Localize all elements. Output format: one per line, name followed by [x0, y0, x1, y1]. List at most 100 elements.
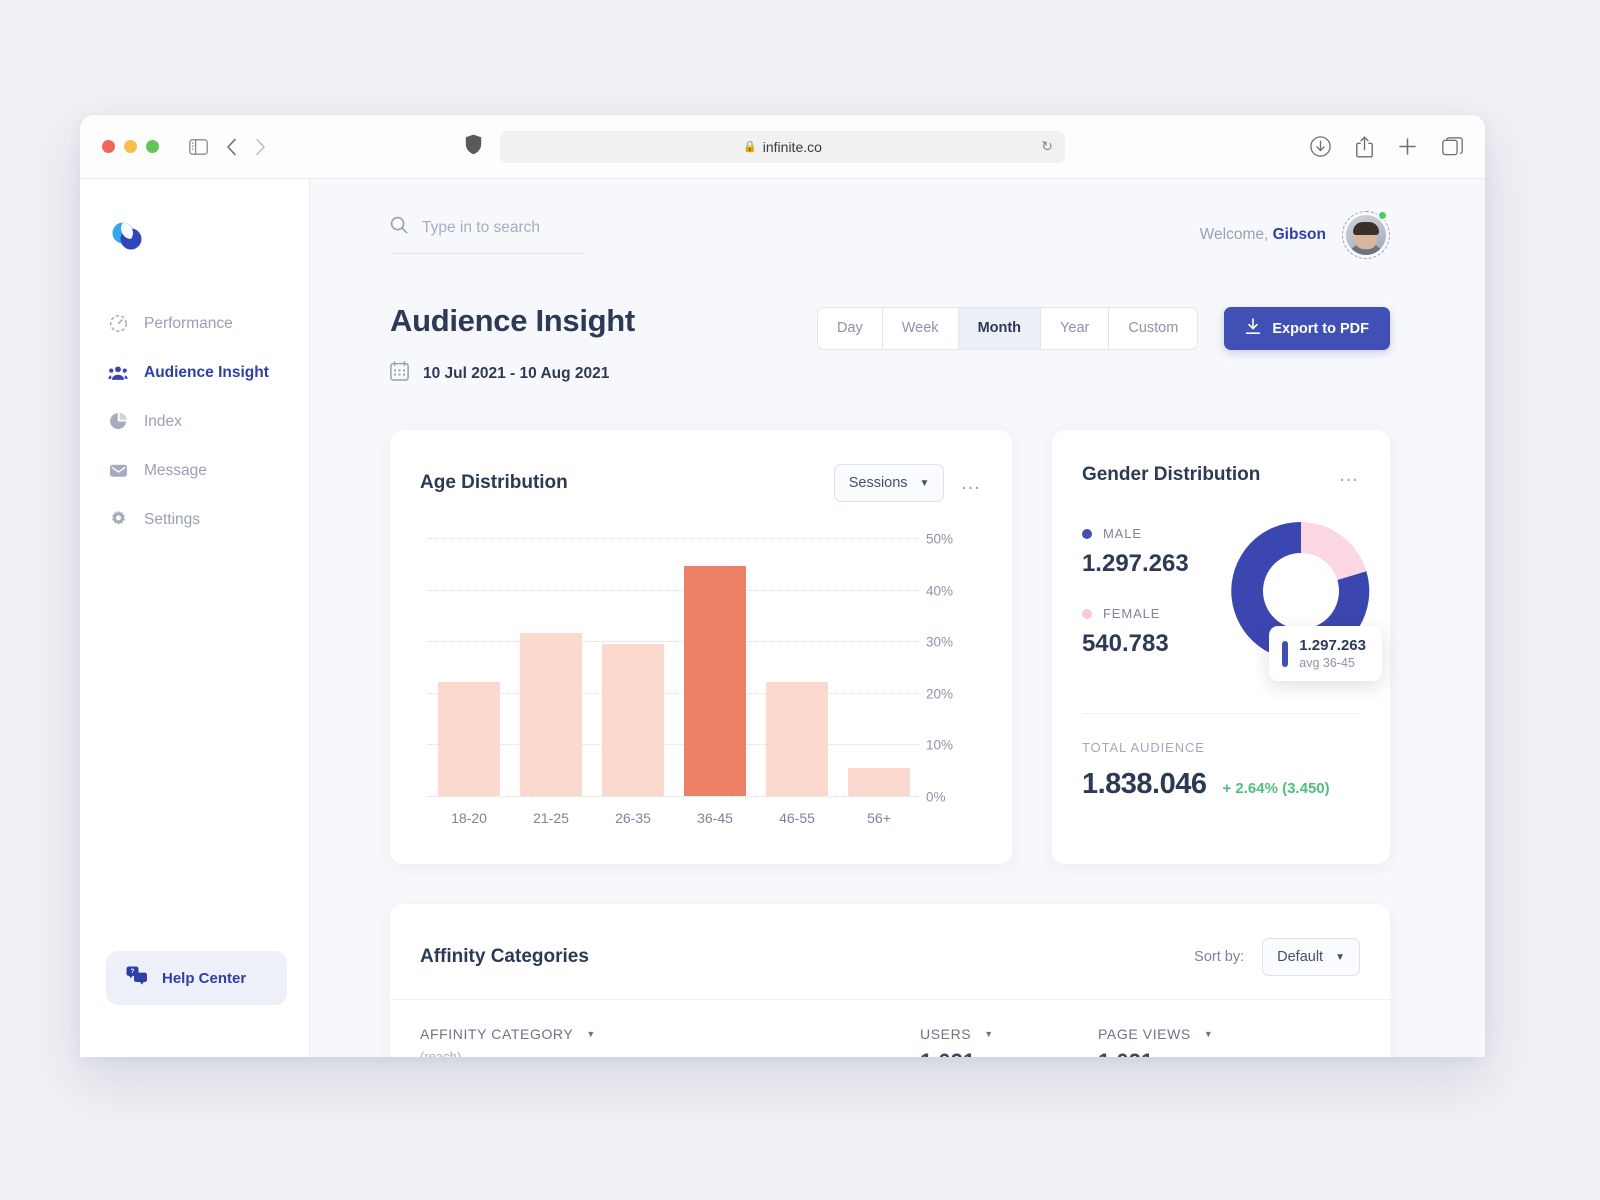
sidebar-item-label: Index — [144, 412, 182, 430]
svg-text:?: ? — [131, 968, 135, 975]
sidebar-item-performance[interactable]: Performance — [80, 299, 309, 348]
sidebar-item-settings[interactable]: Settings — [80, 495, 309, 544]
y-tick-label: 40% — [925, 583, 953, 599]
forward-button[interactable] — [255, 138, 266, 156]
sidebar-item-index[interactable]: Index — [80, 397, 309, 446]
affinity-categories-card: Affinity Categories Sort by: Default ▼ A… — [390, 904, 1390, 1057]
bar[interactable] — [684, 566, 746, 796]
bar[interactable] — [766, 682, 828, 796]
search-field[interactable] — [390, 216, 585, 254]
age-distribution-chart: 50% 40% 30% 20% 10% 0% 18-20 21-25 26-35… — [420, 532, 982, 838]
welcome-block: Welcome, Gibson — [1200, 210, 1390, 259]
card-divider — [1081, 713, 1360, 714]
sort-by-label: Sort by: — [1194, 949, 1245, 965]
column-subtitle: (reach) — [420, 1049, 462, 1057]
x-tick-label: 18-20 — [451, 810, 487, 826]
people-icon — [108, 363, 128, 383]
reload-icon[interactable]: ↻ — [1041, 138, 1053, 155]
date-range-text: 10 Jul 2021 - 10 Aug 2021 — [423, 364, 610, 382]
tab-year[interactable]: Year — [1041, 308, 1110, 349]
bar[interactable] — [602, 643, 664, 796]
x-tick-label: 21-25 — [533, 810, 569, 826]
pie-chart-icon — [108, 412, 128, 432]
column-header-label: AFFINITY CATEGORY — [420, 1026, 574, 1042]
browser-window: 🔒 infinite.co ↻ Performance Audience Ins… — [80, 115, 1485, 1057]
search-input[interactable] — [422, 218, 585, 237]
y-tick-label: 0% — [925, 789, 946, 805]
gender-card-more-menu[interactable]: … — [1339, 465, 1361, 485]
male-swatch-icon — [1081, 528, 1092, 539]
minimize-window-button[interactable] — [124, 140, 137, 153]
tab-day[interactable]: Day — [817, 308, 883, 349]
browser-toolbar: 🔒 infinite.co ↻ — [80, 115, 1485, 179]
download-icon — [1245, 318, 1261, 339]
chart-x-labels: 18-20 21-25 26-35 36-45 46-55 56+ — [428, 810, 920, 826]
y-tick-label: 20% — [925, 686, 953, 702]
help-center-button[interactable]: ? Help Center — [106, 951, 287, 1005]
sort-caret-icon[interactable]: ▼ — [1204, 1029, 1214, 1039]
gender-card-title: Gender Distribution — [1081, 464, 1261, 485]
column-total-value: 1,021 — [1098, 1049, 1358, 1057]
page-title: Audience Insight — [390, 303, 635, 338]
address-bar[interactable]: 🔒 infinite.co ↻ — [500, 130, 1065, 163]
sort-caret-icon[interactable]: ▼ — [586, 1029, 596, 1039]
affinity-card-title: Affinity Categories — [420, 946, 589, 967]
sort-caret-icon[interactable]: ▼ — [984, 1029, 994, 1039]
sidebar-toggle-icon[interactable] — [189, 138, 208, 155]
sidebar-item-label: Settings — [144, 510, 201, 528]
tab-month[interactable]: Month — [958, 308, 1042, 349]
speedometer-icon — [108, 314, 128, 334]
metric-select[interactable]: Sessions ▼ — [833, 464, 945, 502]
tooltip-marker-icon — [1282, 640, 1289, 667]
window-controls[interactable] — [102, 140, 159, 153]
envelope-icon — [108, 461, 128, 481]
tab-week[interactable]: Week — [882, 308, 959, 349]
donut-tooltip: 1.297.263 avg 36-45 — [1269, 626, 1382, 681]
sort-by-select[interactable]: Default ▼ — [1262, 938, 1360, 976]
sidebar-item-message[interactable]: Message — [80, 446, 309, 495]
search-icon — [390, 216, 408, 239]
maximize-window-button[interactable] — [146, 140, 159, 153]
close-window-button[interactable] — [102, 140, 115, 153]
avatar[interactable] — [1342, 210, 1390, 259]
column-affinity-category: AFFINITY CATEGORY ▼ (reach) — [420, 1026, 920, 1057]
app-root: Performance Audience Insight Index Messa… — [80, 179, 1485, 1057]
back-button[interactable] — [226, 138, 237, 156]
x-tick-label: 46-55 — [779, 810, 815, 826]
calendar-icon — [390, 361, 409, 386]
export-to-pdf-button[interactable]: Export to PDF — [1224, 307, 1390, 350]
bar[interactable] — [848, 767, 910, 796]
x-tick-label: 56+ — [867, 810, 891, 826]
date-range[interactable]: 10 Jul 2021 - 10 Aug 2021 — [390, 361, 635, 386]
url-text: infinite.co — [762, 138, 822, 155]
welcome-prefix: Welcome, — [1199, 226, 1269, 243]
y-tick-label: 30% — [925, 634, 953, 650]
column-total-value: 1,021 — [920, 1049, 1098, 1057]
screen: 🔒 infinite.co ↻ Performance Audience Ins… — [0, 0, 1600, 1200]
column-page-views: PAGE VIEWS ▼ 1,021 % of Total 65.96% — [1098, 1026, 1358, 1057]
sidebar-item-label: Message — [144, 461, 207, 479]
x-tick-label: 26-35 — [615, 810, 651, 826]
bar[interactable] — [438, 682, 500, 796]
download-icon[interactable] — [1310, 136, 1331, 157]
share-icon[interactable] — [1356, 136, 1373, 158]
range-tabs[interactable]: Day Week Month Year Custom — [816, 307, 1199, 350]
female-label: FEMALE — [1102, 606, 1161, 621]
sidebar-nav: Performance Audience Insight Index Messa… — [80, 299, 309, 544]
age-card-more-menu[interactable]: … — [960, 473, 982, 493]
total-audience-value: 1.838.046 — [1081, 768, 1207, 800]
sidebar-item-audience-insight[interactable]: Audience Insight — [80, 348, 309, 397]
tab-overview-icon[interactable] — [1442, 137, 1463, 156]
gender-distribution-card: Gender Distribution … MALE 1.297.263 FEM… — [1051, 430, 1390, 864]
male-label: MALE — [1102, 526, 1142, 541]
bar[interactable] — [520, 633, 582, 796]
chevron-down-icon: ▼ — [919, 477, 930, 489]
plus-icon[interactable] — [1398, 137, 1417, 156]
tab-custom[interactable]: Custom — [1109, 308, 1198, 349]
age-distribution-card: Age Distribution Sessions ▼ … 50% 40% 30… — [390, 430, 1012, 864]
welcome-text: Welcome, Gibson — [1200, 226, 1326, 244]
page-header: Audience Insight 10 Jul 2021 - 10 Aug 20… — [310, 259, 1485, 386]
shield-icon[interactable] — [465, 134, 482, 160]
infinite-logo[interactable] — [108, 217, 146, 255]
status-badge — [1377, 210, 1388, 221]
